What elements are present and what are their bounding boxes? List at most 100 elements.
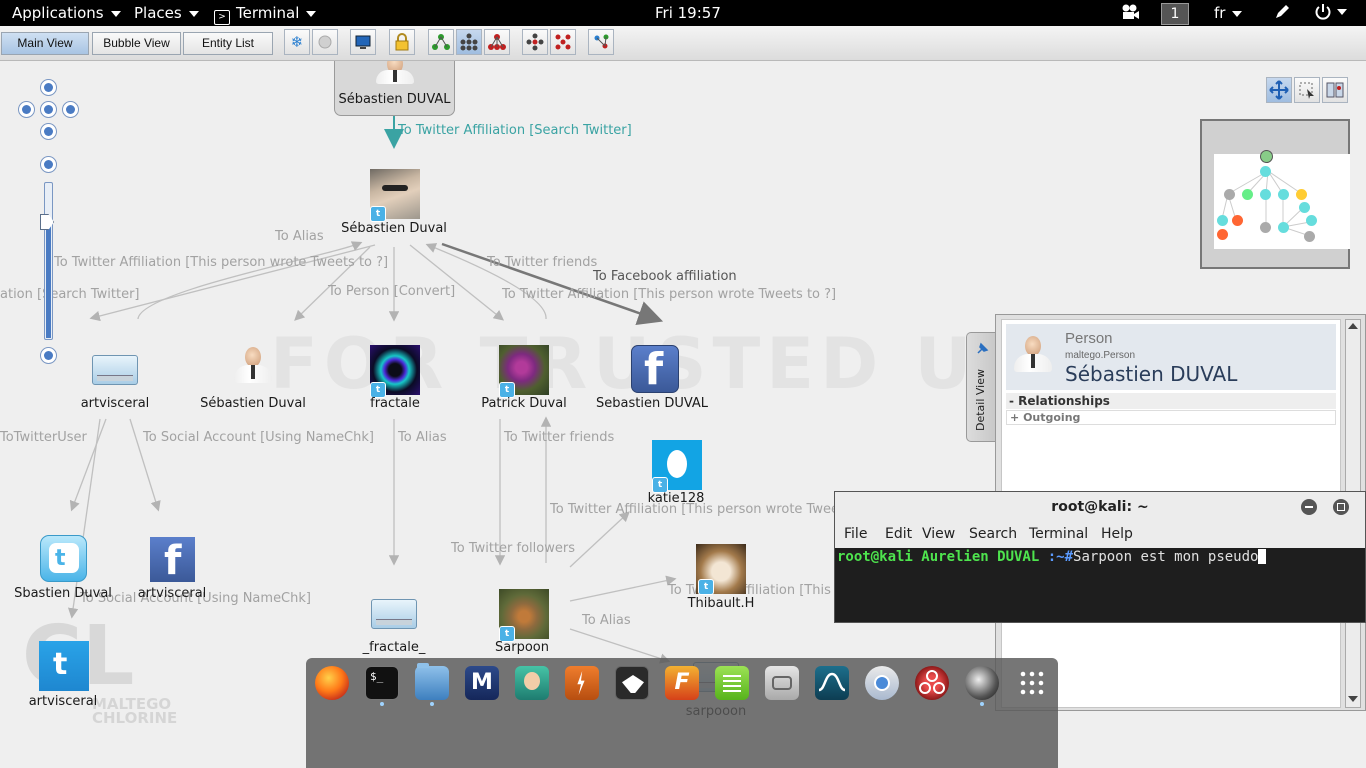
edge-label: To Alias [398, 430, 447, 445]
applications-menu[interactable]: Applications [12, 4, 121, 22]
lock-icon[interactable] [389, 29, 415, 55]
pan-right-button[interactable] [62, 101, 79, 118]
edge-katie[interactable] [569, 511, 630, 568]
terminal-app-menu[interactable]: > Terminal [214, 4, 317, 25]
entity-name: Sébastien DUVAL [1065, 362, 1238, 386]
menu-help[interactable]: Help [1101, 526, 1133, 542]
node-facebook[interactable]: f Sebastien DUVAL [596, 345, 708, 413]
video-camera-icon[interactable] [1120, 3, 1140, 25]
armitage-icon[interactable] [515, 666, 549, 700]
zoom-in-button[interactable] [40, 156, 57, 173]
node-label: Sarpoon [495, 640, 549, 655]
interactive-layout-icon[interactable] [588, 29, 614, 55]
node-label: Sébastien Duval [200, 396, 306, 411]
leafpad-icon[interactable] [715, 666, 749, 700]
node-patrick[interactable]: t Patrick Duval [476, 345, 572, 413]
node-fractale[interactable]: t fractale [360, 345, 430, 413]
language-menu[interactable]: fr [1214, 4, 1243, 22]
scroll-up-icon[interactable] [1348, 323, 1358, 329]
edge-thibault[interactable] [569, 575, 677, 602]
monitor-icon[interactable] [350, 29, 376, 55]
maximize-icon[interactable] [1333, 499, 1349, 515]
menu-file[interactable]: File [844, 526, 867, 542]
relationships-section[interactable]: - Relationships [1006, 393, 1336, 409]
burpsuite-icon[interactable] [565, 666, 599, 700]
terminal-titlebar[interactable]: root@kali: ~ [835, 492, 1365, 522]
kali-tweaks-icon[interactable] [965, 666, 999, 700]
cutycapt-icon[interactable] [765, 666, 799, 700]
terminal-line: root@kali Aurelien DUVAL :~#Sarpoon est … [837, 549, 1267, 565]
pan-up-button[interactable] [40, 79, 57, 96]
node-fractale2[interactable]: _fractale_ [355, 599, 433, 657]
layout-tree-icon[interactable] [484, 29, 510, 55]
minimize-icon[interactable] [1301, 499, 1317, 515]
node-artvisceral-fb[interactable]: f artvisceral [134, 537, 210, 601]
terminal-window[interactable]: root@kali: ~ File Edit View Search Termi… [834, 491, 1366, 623]
menu-search[interactable]: Search [969, 526, 1017, 542]
layout-organic-icon[interactable] [550, 29, 576, 55]
edge-label: To Alias [582, 613, 631, 628]
metasploit-icon[interactable]: M [465, 666, 499, 700]
detail-view-tab[interactable]: Detail View [966, 332, 996, 442]
node-thibault[interactable]: t Thibault.H [684, 544, 758, 612]
overview-icon[interactable] [1322, 77, 1348, 103]
edge-sarpooon[interactable] [569, 628, 671, 664]
power-icon [1315, 4, 1331, 20]
graph-overview-minimap[interactable] [1200, 119, 1350, 269]
freeze-icon[interactable]: ❄ [284, 29, 310, 55]
node-label: _fractale_ [362, 640, 426, 655]
layout-hierarchical-icon[interactable] [456, 29, 482, 55]
node-artvisceral[interactable]: artvisceral [75, 353, 155, 413]
places-menu[interactable]: Places [134, 4, 199, 22]
node-sebastien-twitter[interactable]: t Sébastien Duval [340, 169, 448, 239]
wireshark-icon[interactable] [815, 666, 849, 700]
node-root-selected[interactable]: Sébastien DUVAL [334, 61, 455, 116]
zoom-slider-track[interactable] [44, 182, 53, 340]
minimap-node [1306, 215, 1317, 226]
menu-terminal[interactable]: Terminal [1029, 526, 1088, 542]
beef-icon[interactable] [615, 666, 649, 700]
svg-text:❄: ❄ [291, 33, 304, 51]
show-applications-icon[interactable] [1015, 666, 1049, 700]
outgoing-section[interactable]: + Outgoing [1006, 410, 1336, 425]
tab-bubble-view[interactable]: Bubble View [92, 32, 181, 55]
clock[interactable]: Fri 19:57 [655, 4, 721, 22]
faraday-icon[interactable]: F [665, 666, 699, 700]
twitter-icon: t [40, 535, 87, 582]
menu-edit[interactable]: Edit [885, 526, 912, 542]
move-icon[interactable] [1266, 77, 1292, 103]
terminal-body[interactable]: root@kali Aurelien DUVAL :~#Sarpoon est … [835, 548, 1365, 622]
workspace-indicator[interactable]: 1 [1161, 3, 1189, 25]
zoom-out-button[interactable] [40, 347, 57, 364]
chromium-icon[interactable] [865, 666, 899, 700]
scroll-down-icon[interactable] [1348, 696, 1358, 702]
pin-icon[interactable] [975, 341, 989, 360]
node-sebastien-person[interactable]: Sébastien Duval [198, 343, 308, 413]
node-sarpoon[interactable]: t Sarpoon [486, 589, 558, 657]
files-icon[interactable] [415, 663, 449, 700]
node-katie[interactable]: t katie128 [640, 440, 712, 508]
node-sbastien[interactable]: t Sbastien Duval [10, 535, 116, 601]
pen-icon[interactable] [1273, 3, 1291, 25]
terminal-icon: > [214, 10, 230, 25]
layout-block-icon[interactable] [428, 29, 454, 55]
maltego-toolbar: Main View Bubble View Entity List ❄ [0, 26, 1366, 61]
firefox-icon[interactable] [315, 666, 349, 700]
tab-main-view[interactable]: Main View [1, 32, 89, 55]
node-label: katie128 [647, 491, 705, 506]
stop-icon[interactable] [312, 29, 338, 55]
power-menu[interactable] [1314, 3, 1347, 25]
maltego-icon[interactable] [915, 666, 949, 700]
terminal-icon[interactable]: $_ [365, 666, 399, 700]
website-icon [371, 599, 417, 629]
menu-view[interactable]: View [922, 526, 955, 542]
select-icon[interactable] [1294, 77, 1320, 103]
layout-circular-icon[interactable] [522, 29, 548, 55]
entity-subtype: maltego.Person [1065, 350, 1136, 361]
tab-entity-list[interactable]: Entity List [183, 32, 273, 55]
edge-label: To Facebook affiliation [593, 269, 737, 284]
pan-left-button[interactable] [18, 101, 35, 118]
node-artvisceral-tw[interactable]: t artvisceral [24, 641, 102, 709]
pan-center-button[interactable] [40, 101, 57, 118]
pan-down-button[interactable] [40, 123, 57, 140]
